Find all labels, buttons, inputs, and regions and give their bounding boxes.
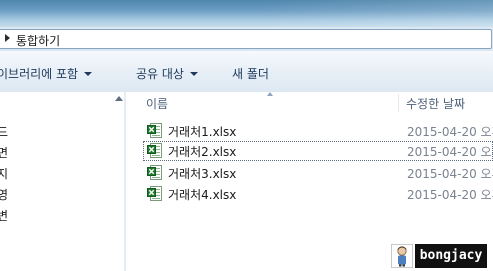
address-bar[interactable]: 통합하기 [0,29,492,49]
file-row[interactable]: 거래처4.xlsx 2015-04-20 오후 [143,184,493,204]
nav-item[interactable]: 면 [0,144,8,161]
include-in-library-button[interactable]: 이브러리에 포함 [0,65,93,82]
avatar-icon [397,246,407,267]
file-row-selected[interactable]: 거래처2.xlsx 2015-04-20 오후 [143,141,493,161]
pane-splitter[interactable] [124,92,126,271]
excel-file-icon [147,165,162,180]
include-in-library-label: 이브러리에 포함 [0,67,79,81]
file-name: 거래처2.xlsx [168,145,237,159]
nav-item[interactable]: 지 [0,165,8,182]
command-bar: 이브러리에 포함 공유 대상 새 폴더 [0,51,493,93]
file-name: 거래처1.xlsx [168,125,237,139]
watermark-badge: bongjacy [391,244,487,268]
file-date-modified: 2015-04-20 오후 [407,125,493,139]
chevron-down-icon [84,72,93,76]
share-with-button[interactable]: 공유 대상 [136,65,198,82]
file-row[interactable]: 거래처3.xlsx 2015-04-20 오후 [143,163,493,183]
nav-item[interactable]: 변 [0,207,8,224]
file-date-modified: 2015-04-20 오후 [407,145,493,159]
new-folder-button[interactable]: 새 폴더 [232,65,269,82]
file-row[interactable]: 거래처1.xlsx 2015-04-20 오후 [143,121,493,141]
excel-file-icon [147,143,162,158]
watermark-text: bongjacy [415,244,487,268]
excel-file-icon [147,186,162,201]
share-with-label: 공유 대상 [136,67,184,81]
column-divider[interactable] [398,94,399,112]
avatar [391,244,413,268]
file-date-modified: 2015-04-20 오후 [407,188,493,202]
sort-ascending-icon [267,92,273,96]
column-header-name[interactable]: 이름 [146,95,168,112]
navigation-pane: 드 면 지 영 변 [0,92,124,271]
nav-item[interactable]: 드 [0,123,8,140]
file-name: 거래처3.xlsx [168,167,237,181]
nav-item[interactable]: 영 [0,186,8,203]
excel-file-icon [147,123,162,138]
chevron-down-icon [189,72,198,76]
window-title-bar [0,0,493,27]
scroll-up-icon[interactable] [115,96,123,101]
file-name: 거래처4.xlsx [168,188,237,202]
column-header-row: 이름 수정한 날짜 [126,92,493,116]
nav-pane-scrollbar[interactable] [114,92,124,271]
breadcrumb-current-folder[interactable]: 통합하기 [16,32,60,49]
title-bar-glass [263,0,493,27]
breadcrumb-arrow-icon[interactable] [5,34,10,42]
column-header-date-modified[interactable]: 수정한 날짜 [406,95,465,112]
file-date-modified: 2015-04-20 오후 [407,167,493,181]
